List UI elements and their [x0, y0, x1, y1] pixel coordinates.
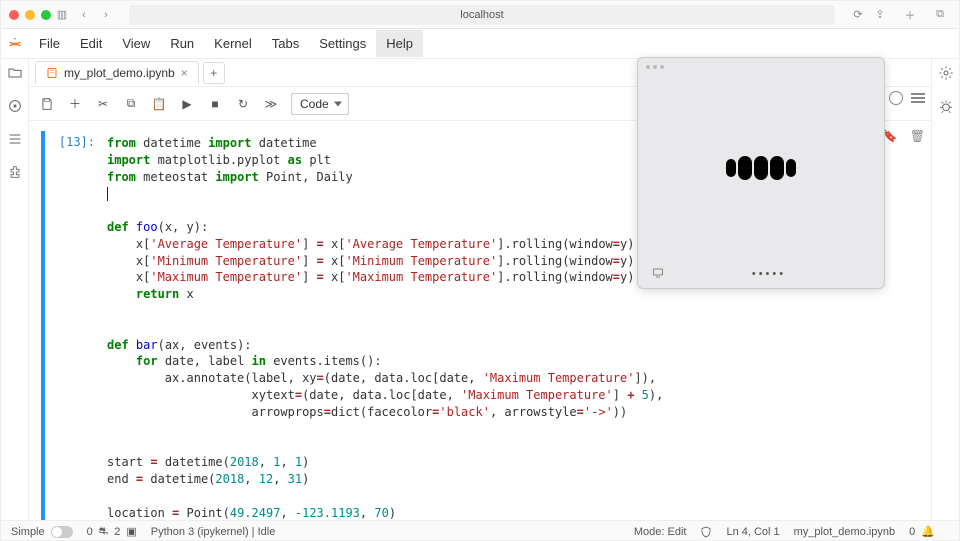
debug-icon[interactable]: [938, 98, 954, 117]
error-icon: ⛐: [99, 525, 109, 539]
monitor-icon[interactable]: [650, 267, 666, 282]
left-rail: [1, 59, 29, 520]
dialog-titlebar[interactable]: [638, 58, 884, 76]
status-file[interactable]: my_plot_demo.ipynb: [794, 526, 896, 538]
bookmark-icon[interactable]: 🔖: [883, 129, 898, 143]
status-errors[interactable]: 0 ⛐ 2 ▣: [87, 525, 137, 539]
cell-type-select[interactable]: Code: [291, 93, 349, 115]
copy-button[interactable]: ⧉: [123, 96, 139, 112]
url-bar[interactable]: localhost: [129, 5, 835, 25]
menu-run[interactable]: Run: [160, 30, 204, 57]
tab-notebook[interactable]: my_plot_demo.ipynb ×: [35, 61, 199, 84]
cell-prompt: [13]:: [45, 131, 103, 520]
paste-button[interactable]: 📋: [151, 96, 167, 112]
cell-side-icons: [879, 131, 919, 520]
back-icon[interactable]: ‹: [77, 8, 91, 22]
dialog-body: [638, 76, 884, 260]
sidebar-icon[interactable]: ▥: [55, 8, 69, 22]
menu-file[interactable]: File: [29, 30, 70, 57]
tab-add-button[interactable]: +: [203, 62, 225, 84]
running-icon[interactable]: [7, 98, 23, 117]
password-field[interactable]: •••••: [752, 268, 786, 280]
status-trusted[interactable]: [700, 526, 712, 538]
gear-icon[interactable]: [938, 65, 954, 84]
waveform-icon: [726, 156, 796, 180]
menu: File Edit View Run Kernel Tabs Settings …: [29, 30, 423, 57]
statusbar: Simple 0 ⛐ 2 ▣ Python 3 (ipykernel) | Id…: [1, 520, 959, 541]
notebook-right-controls: [889, 91, 925, 105]
app-menubar: File Edit View Run Kernel Tabs Settings …: [1, 29, 959, 59]
minimize-window-dot[interactable]: [25, 10, 35, 20]
tab-label: my_plot_demo.ipynb: [64, 66, 175, 80]
toc-icon[interactable]: [7, 131, 23, 150]
status-cursor: Ln 4, Col 1: [726, 526, 779, 538]
right-rail: [931, 59, 959, 520]
restart-button[interactable]: ↻: [235, 96, 251, 112]
fastforward-button[interactable]: ≫: [263, 96, 279, 112]
status-kernel[interactable]: Python 3 (ipykernel) | Idle: [151, 526, 276, 538]
menu-settings[interactable]: Settings: [309, 30, 376, 57]
cell-action-icons: 🔖 🗑: [883, 129, 925, 143]
status-mode: Mode: Edit: [634, 526, 687, 538]
tabs-icon[interactable]: ⧉: [933, 8, 947, 22]
url-text: localhost: [460, 9, 503, 21]
close-window-dot[interactable]: [9, 10, 19, 20]
share-icon[interactable]: ⇪: [873, 8, 887, 22]
run-button[interactable]: ▶: [179, 96, 195, 112]
cell-type-label: Code: [300, 97, 329, 111]
menu-kernel[interactable]: Kernel: [204, 30, 262, 57]
menu-tabs[interactable]: Tabs: [262, 30, 309, 57]
jupyter-logo: [1, 36, 29, 52]
forward-icon[interactable]: ›: [99, 8, 113, 22]
menu-view[interactable]: View: [112, 30, 160, 57]
stop-button[interactable]: ■: [207, 96, 223, 112]
extensions-icon[interactable]: [7, 164, 23, 183]
kernel-indicator-icon[interactable]: [889, 91, 903, 105]
menu-toggle-icon[interactable]: [911, 93, 925, 103]
traffic-lights: [9, 10, 51, 20]
terminal-icon: ▣: [126, 525, 136, 538]
bell-icon: 🔔: [921, 525, 935, 538]
folder-icon[interactable]: [7, 65, 23, 84]
cut-button[interactable]: ✂: [95, 96, 111, 112]
simple-toggle[interactable]: [51, 526, 73, 538]
browser-chrome: ▥ ‹ › localhost ⟳ ⇪ ＋ ⧉: [1, 1, 959, 29]
add-cell-button[interactable]: ＋: [67, 96, 83, 112]
reload-icon[interactable]: ⟳: [851, 8, 865, 22]
notebook-icon: [46, 67, 58, 79]
floating-dialog[interactable]: •••••: [637, 57, 885, 289]
new-tab-icon[interactable]: ＋: [903, 8, 917, 22]
menu-edit[interactable]: Edit: [70, 30, 112, 57]
tab-close-icon[interactable]: ×: [181, 66, 188, 80]
delete-cell-icon[interactable]: 🗑: [910, 129, 925, 143]
maximize-window-dot[interactable]: [41, 10, 51, 20]
save-button[interactable]: [39, 96, 55, 112]
menu-help[interactable]: Help: [376, 30, 423, 57]
status-notif[interactable]: 0 🔔: [909, 525, 935, 538]
dialog-footer: •••••: [638, 260, 884, 288]
status-simple[interactable]: Simple: [11, 526, 73, 538]
